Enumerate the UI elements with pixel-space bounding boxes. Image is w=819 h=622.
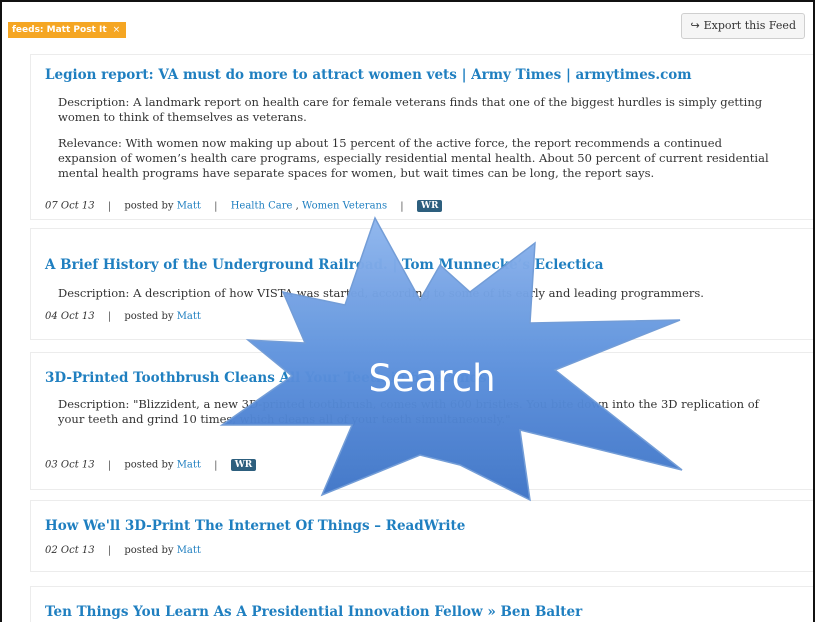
feed-item: How We'll 3D-Print The Internet Of Thing…: [30, 500, 813, 572]
author-link[interactable]: Matt: [177, 201, 201, 212]
item-description: Description: A landmark report on health…: [58, 95, 763, 124]
item-meta: 04 Oct 13 | posted by Matt: [45, 311, 201, 322]
item-date: 04 Oct 13: [45, 311, 95, 322]
item-meta: 02 Oct 13 | posted by Matt: [45, 545, 201, 556]
posted-by-label: posted by: [124, 200, 174, 212]
item-date: 07 Oct 13: [45, 200, 95, 212]
feed-item: 3D-Printed Toothbrush Cleans All Your Te…: [30, 352, 813, 490]
item-title[interactable]: How We'll 3D-Print The Internet Of Thing…: [45, 518, 465, 534]
item-date: 03 Oct 13: [45, 459, 95, 471]
author-link[interactable]: Matt: [177, 460, 201, 471]
wr-badge[interactable]: WR: [230, 459, 257, 471]
tag-link-health-care[interactable]: Health Care: [231, 201, 293, 212]
tag-link-women-veterans[interactable]: Women Veterans: [302, 201, 387, 212]
export-feed-label: Export this Feed: [703, 19, 796, 32]
item-description: Description: "Blizzident, a new 3D-print…: [58, 397, 759, 426]
feed-item: A Brief History of the Underground Railr…: [30, 228, 813, 340]
filter-tag[interactable]: feeds: Matt Post It ×: [8, 22, 127, 38]
divider: |: [107, 545, 112, 556]
export-icon: ↪: [690, 19, 700, 32]
posted-by-label: posted by: [124, 311, 174, 322]
item-title[interactable]: Ten Things You Learn As A Presidential I…: [45, 604, 582, 620]
item-title[interactable]: Legion report: VA must do more to attrac…: [45, 67, 692, 83]
export-feed-button[interactable]: ↪ Export this Feed: [681, 13, 805, 39]
divider: |: [214, 459, 218, 471]
divider: |: [107, 459, 112, 471]
divider: |: [214, 200, 218, 212]
item-date: 02 Oct 13: [45, 545, 95, 556]
divider: |: [400, 200, 404, 212]
divider: |: [107, 311, 112, 322]
filter-tag-label: feeds: Matt Post It: [12, 25, 107, 35]
feed-panel: feeds: Matt Post It × ↪ Export this Feed L…: [0, 0, 815, 622]
close-icon[interactable]: ×: [113, 25, 121, 35]
item-meta: 03 Oct 13 | posted by Matt | WR: [45, 459, 257, 471]
feed-item: Ten Things You Learn As A Presidential I…: [30, 586, 813, 622]
divider: |: [107, 200, 112, 212]
item-description: Description: A description of how VISTA …: [58, 286, 704, 300]
item-relevance: Relevance: With women now making up abou…: [58, 136, 769, 180]
wr-badge[interactable]: WR: [416, 200, 443, 212]
author-link[interactable]: Matt: [177, 311, 201, 322]
item-title[interactable]: A Brief History of the Underground Railr…: [45, 257, 603, 273]
item-meta: 07 Oct 13 | posted by Matt | Health Care…: [45, 200, 443, 212]
posted-by-label: posted by: [124, 459, 174, 471]
item-title[interactable]: 3D-Printed Toothbrush Cleans All Your Te…: [45, 370, 487, 386]
toolbar: feeds: Matt Post It × ↪ Export this Feed: [2, 2, 813, 46]
author-link[interactable]: Matt: [177, 545, 201, 556]
feed-item: Legion report: VA must do more to attrac…: [30, 54, 813, 220]
posted-by-label: posted by: [124, 545, 174, 556]
